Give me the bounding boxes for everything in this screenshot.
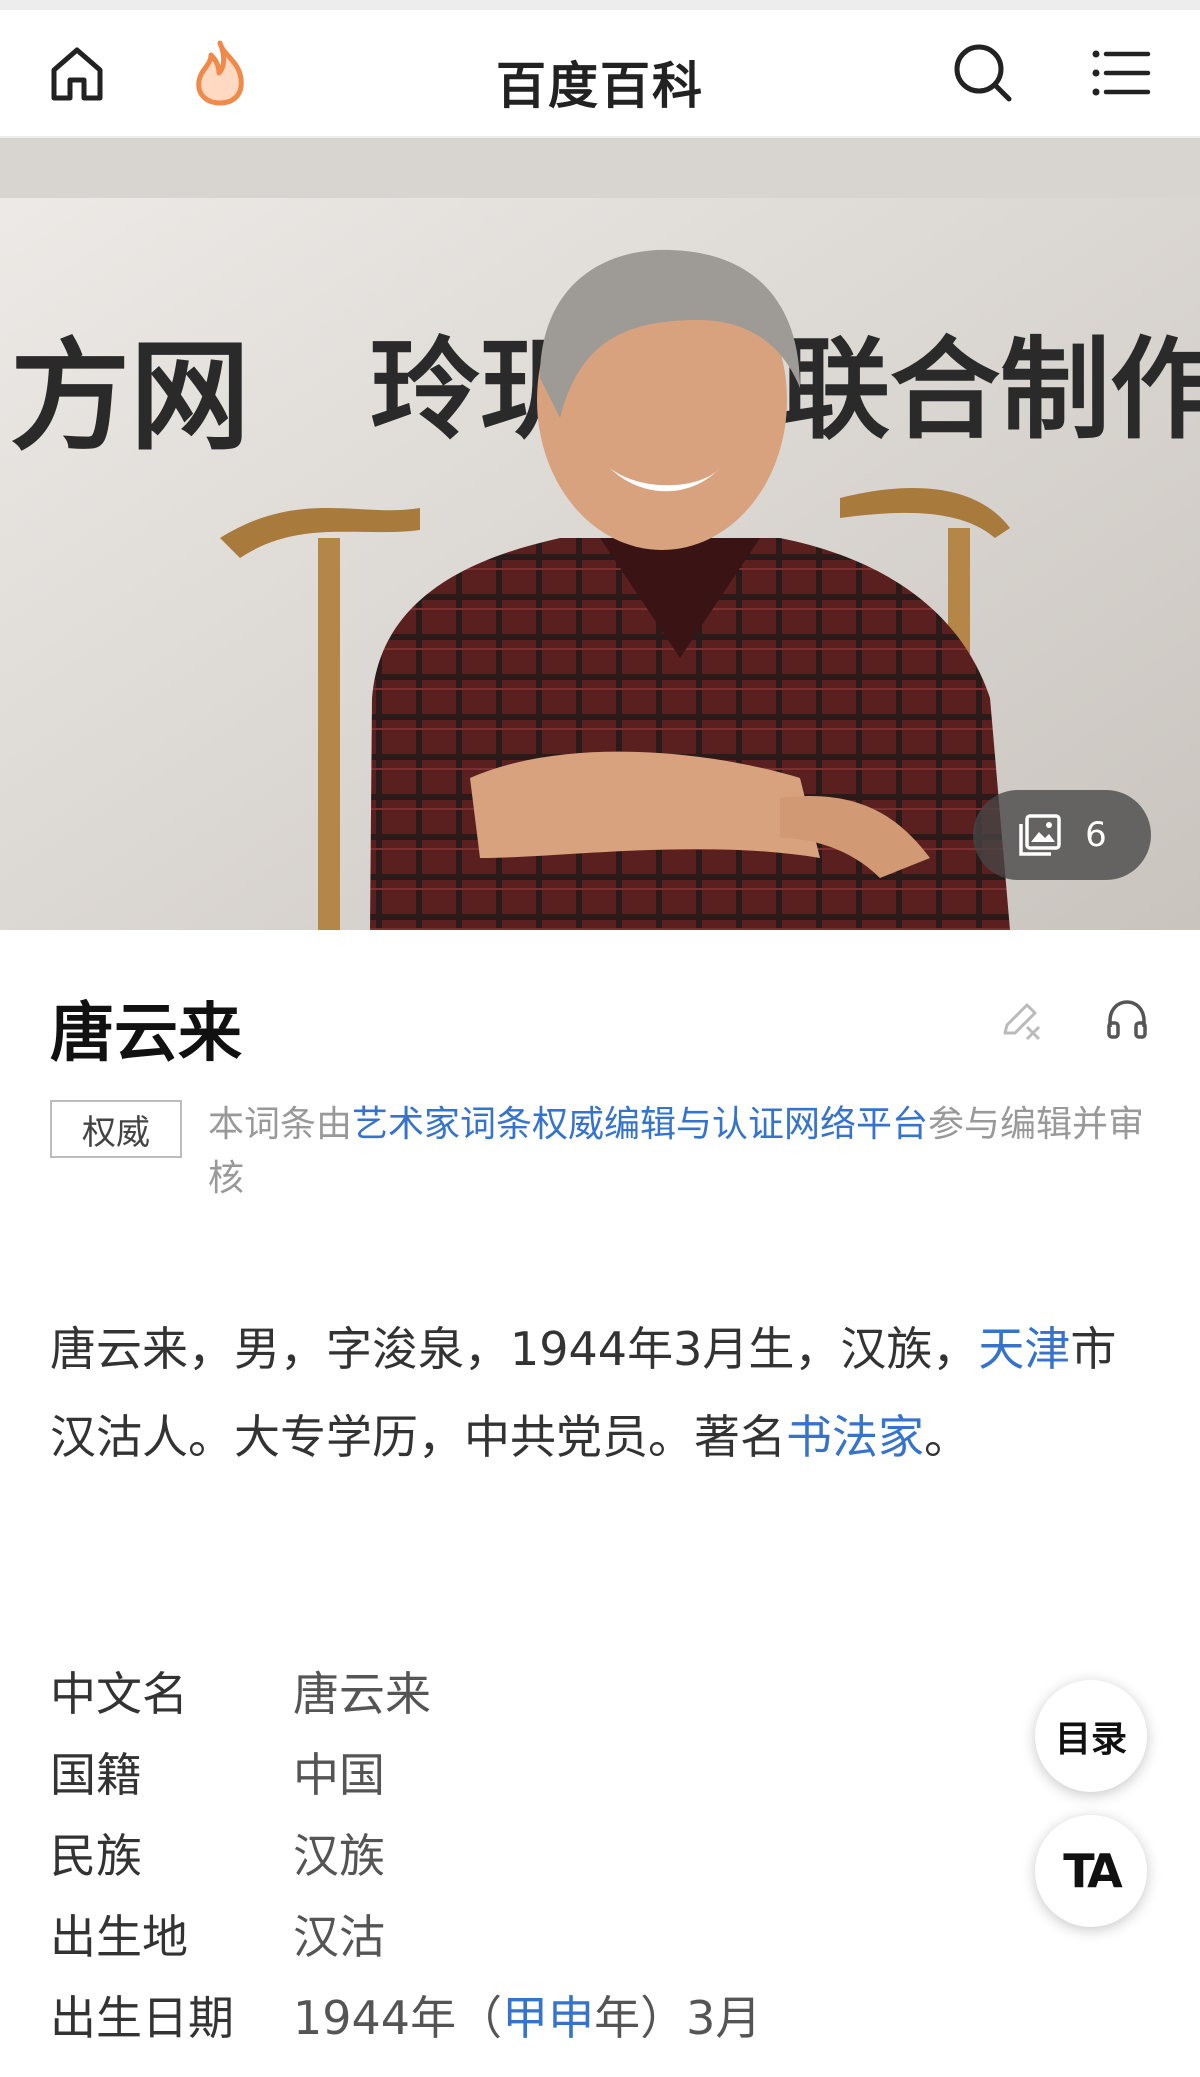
basic-info-table: 中文名 唐云来 国籍 中国 民族 汉族 出生地 汉沽 出生日期 1944年（甲申… <box>50 1650 950 2055</box>
album-count: 6 <box>1085 815 1107 855</box>
page-title: 百度百科 <box>496 57 704 115</box>
status-strip <box>0 0 1200 10</box>
summary-text: 。 <box>924 1410 970 1464</box>
info-key: 国籍 <box>50 1747 142 1802</box>
info-row: 国籍 中国 <box>50 1731 950 1812</box>
ta-button[interactable]: TA <box>1035 1815 1147 1927</box>
entry-summary: 唐云来，男，字浚泉，1944年3月生，汉族，天津市汉沽人。大专学历，中共党员。著… <box>50 1305 1160 1481</box>
info-value: 汉族 <box>293 1828 385 1883</box>
info-value: 中国 <box>293 1747 385 1802</box>
info-value: 汉沽 <box>293 1909 385 1964</box>
hero-photo[interactable]: 方网 玲玑 联合制作 6 <box>0 138 1200 930</box>
menu-icon[interactable] <box>1086 38 1156 108</box>
info-value: 1944年（甲申年）3月 <box>293 1982 761 2048</box>
album-button[interactable]: 6 <box>973 790 1151 880</box>
search-icon[interactable] <box>948 38 1018 108</box>
info-row: 出生地 汉沽 <box>50 1893 950 1974</box>
authority-note: 本词条由艺术家词条权威编辑与认证网络平台参与编辑并审核 <box>208 1098 1158 1206</box>
tianjin-link[interactable]: 天津 <box>978 1322 1070 1376</box>
summary-text: 唐云来，男，字浚泉，1944年3月生，汉族， <box>50 1322 979 1376</box>
authority-badge: 权威 <box>50 1100 182 1158</box>
gallery-icon <box>1019 814 1061 856</box>
ta-label: TA <box>1063 1844 1122 1898</box>
calligrapher-link[interactable]: 书法家 <box>786 1410 924 1464</box>
listen-icon[interactable] <box>1102 995 1152 1045</box>
authority-prefix: 本词条由 <box>208 1104 353 1145</box>
jiashen-link[interactable]: 甲申 <box>502 1991 594 2045</box>
background-banner-text: 联合制作 <box>780 326 1200 454</box>
info-row: 民族 汉族 <box>50 1812 950 1893</box>
birthdate-text: 1944年（ <box>293 1990 503 2045</box>
info-row: 中文名 唐云来 <box>50 1650 950 1731</box>
entry-title: 唐云来 <box>50 997 242 1071</box>
top-navbar: 百度百科 <box>0 10 1200 138</box>
info-key: 出生日期 <box>50 1990 234 2045</box>
info-row: 出生日期 1944年（甲申年）3月 <box>50 1974 950 2055</box>
info-key: 出生地 <box>50 1909 188 1964</box>
background-banner-text: 方网 <box>10 328 250 467</box>
toc-label: 目录 <box>1054 1719 1127 1760</box>
toc-button[interactable]: 目录 <box>1035 1680 1147 1792</box>
info-value: 唐云来 <box>293 1666 431 1721</box>
authority-platform-link[interactable]: 艺术家词条权威编辑与认证网络平台 <box>352 1104 928 1145</box>
edit-icon[interactable] <box>995 995 1045 1045</box>
info-key: 中文名 <box>50 1666 188 1721</box>
info-key: 民族 <box>50 1828 142 1883</box>
birthdate-text: 年）3月 <box>594 1990 762 2045</box>
